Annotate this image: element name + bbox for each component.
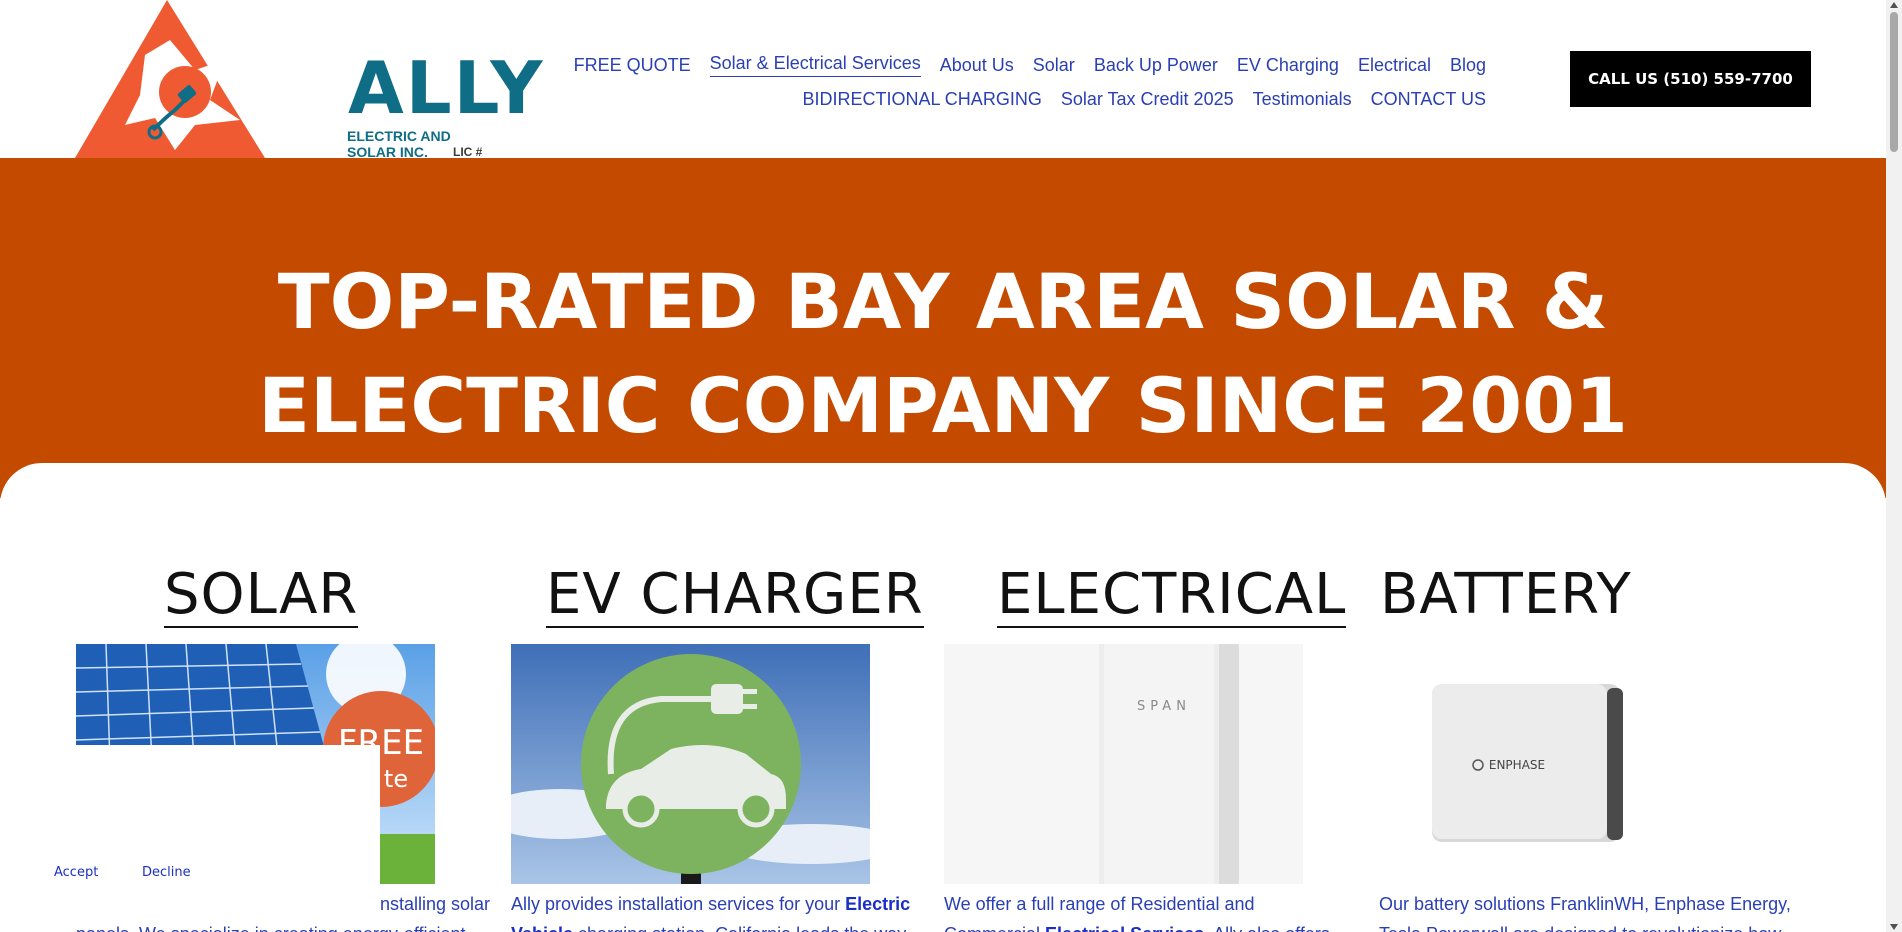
main-nav: FREE QUOTE Solar & Electrical Services A… bbox=[486, 48, 1486, 116]
hero-title: TOP-RATED BAY AREA SOLAR & ELECTRIC COMP… bbox=[0, 250, 1886, 458]
electrical-text-b: Commercial bbox=[944, 924, 1045, 932]
electrical-description: We offer a full range of Residential and… bbox=[944, 889, 1354, 932]
ev-text-b[interactable]: Electric bbox=[845, 894, 910, 914]
scrollbar-thumb[interactable] bbox=[1890, 12, 1898, 152]
enphase-battery-image-icon: ENPHASE bbox=[1379, 644, 1738, 884]
hero-title-line-2: ELECTRIC COMPANY SINCE 2001 bbox=[258, 361, 1628, 450]
ev-charger-title[interactable]: EV CHARGER bbox=[546, 567, 924, 628]
electrical-image[interactable]: SPAN bbox=[944, 644, 1303, 884]
hero-banner: TOP-RATED BAY AREA SOLAR & ELECTRIC COMP… bbox=[0, 158, 1886, 498]
solar-title[interactable]: SOLAR bbox=[164, 567, 359, 628]
nav-about-us[interactable]: About Us bbox=[940, 55, 1014, 76]
cookie-decline-button[interactable]: Decline bbox=[142, 865, 191, 880]
site-header: ALLY ELECTRIC AND SOLAR INC. LIC # 80646… bbox=[0, 0, 1886, 173]
ev-text-a: Ally provides installation services for … bbox=[511, 894, 846, 914]
battery-description: Our battery solutions FranklinWH, Enphas… bbox=[1379, 889, 1819, 932]
call-us-button[interactable]: CALL US (510) 559-7700 bbox=[1570, 51, 1811, 107]
span-brand-text: SPAN bbox=[1137, 699, 1191, 714]
nav-electrical[interactable]: Electrical bbox=[1358, 55, 1431, 76]
solar-text-line-2: panels. We specialize in creating energy… bbox=[76, 919, 496, 932]
span-panel-image-icon: SPAN bbox=[944, 644, 1303, 884]
nav-solar-electrical-services[interactable]: Solar & Electrical Services bbox=[709, 53, 921, 77]
nav-row-1: FREE QUOTE Solar & Electrical Services A… bbox=[486, 48, 1486, 82]
nav-testimonials[interactable]: Testimonials bbox=[1253, 89, 1352, 110]
battery-text-b: Tesla Powerwall are designed to revoluti… bbox=[1379, 924, 1781, 932]
electrical-text-d: . Ally also offers bbox=[1204, 924, 1330, 932]
electrical-title[interactable]: ELECTRICAL bbox=[997, 567, 1347, 628]
hero-title-line-1: TOP-RATED BAY AREA SOLAR & bbox=[277, 257, 1609, 346]
nav-free-quote[interactable]: FREE QUOTE bbox=[574, 55, 691, 76]
nav-back-up-power[interactable]: Back Up Power bbox=[1094, 55, 1218, 76]
ev-description: Ally provides installation services for … bbox=[511, 889, 941, 932]
nav-solar-tax-credit[interactable]: Solar Tax Credit 2025 bbox=[1061, 89, 1234, 110]
scroll-up-icon[interactable] bbox=[1890, 2, 1898, 8]
cookie-banner: Accept Decline bbox=[42, 745, 380, 895]
solar-description: nstalling solar panels. We specialize in… bbox=[76, 889, 496, 932]
nav-row-2: BIDIRECTIONAL CHARGING Solar Tax Credit … bbox=[486, 82, 1486, 116]
enphase-brand-text: ENPHASE bbox=[1489, 758, 1545, 772]
battery-text-a: Our battery solutions FranklinWH, Enphas… bbox=[1379, 894, 1791, 914]
solar-badge-sub: te bbox=[384, 765, 408, 793]
nav-blog[interactable]: Blog bbox=[1450, 55, 1486, 76]
nav-solar[interactable]: Solar bbox=[1033, 55, 1075, 76]
nav-ev-charging[interactable]: EV Charging bbox=[1237, 55, 1339, 76]
page-scrollbar[interactable] bbox=[1886, 0, 1902, 932]
electrical-text-c[interactable]: Electrical Services bbox=[1045, 924, 1204, 932]
ev-text-c[interactable]: Vehicle bbox=[511, 924, 573, 932]
ev-charger-image[interactable] bbox=[511, 644, 870, 884]
nav-contact-us[interactable]: CONTACT US bbox=[1371, 89, 1486, 110]
scroll-down-icon[interactable] bbox=[1890, 924, 1898, 930]
ev-car-sign-icon bbox=[511, 644, 870, 884]
battery-image[interactable]: ENPHASE bbox=[1379, 644, 1738, 884]
electrical-text-a: We offer a full range of Residential and bbox=[944, 894, 1255, 914]
nav-bidirectional-charging[interactable]: BIDIRECTIONAL CHARGING bbox=[802, 89, 1041, 110]
battery-title[interactable]: BATTERY bbox=[1380, 567, 1632, 623]
ally-logo[interactable]: ALLY ELECTRIC AND SOLAR INC. LIC # 80646… bbox=[75, 0, 542, 173]
cookie-accept-button[interactable]: Accept bbox=[54, 865, 98, 880]
ev-text-d: charging station. California leads the w… bbox=[573, 924, 906, 932]
